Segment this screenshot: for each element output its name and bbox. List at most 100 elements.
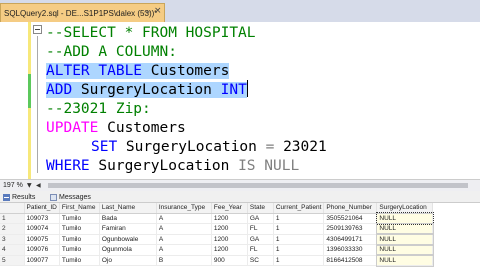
table-cell[interactable]: NULL [375,233,434,246]
table-cell[interactable]: 1 [273,223,325,235]
query-tab[interactable]: SQLQuery2.sql - DE...S1P1PS\dalex (53))*… [0,3,165,22]
collapse-icon[interactable] [33,25,42,34]
editor-margin [0,22,26,179]
code-line-6[interactable]: UPDATE Customers [46,118,186,138]
column-header[interactable]: First_Name [59,203,100,214]
table-cell[interactable]: GA [247,213,274,224]
table-cell[interactable]: 109073 [24,213,60,224]
table-cell[interactable]: FL [247,244,274,256]
results-grid: Patient_ID First_Name Last_Name Insuranc… [0,203,480,270]
column-header[interactable] [0,203,25,214]
table-cell[interactable]: 1200 [211,244,248,256]
table-cell[interactable]: SC [247,255,274,266]
pin-icon[interactable]: ⊸ [144,8,150,16]
keyword-set: SET [91,139,118,155]
column-header[interactable]: SurgeryLocation [376,203,434,214]
table-cell[interactable]: 3505521064 [323,213,378,224]
table-cell[interactable]: 1 [273,234,325,245]
row-number[interactable]: 1 [0,213,25,224]
table-cell[interactable]: 4306499171 [323,234,378,245]
table-row[interactable]: 2 109074 Tumilo Famiran A 1200 FL 1 2509139763 NU… [0,222,434,235]
table-row[interactable]: 5 109077 Tumilo Ojo B 900 SC 1 8166412508 NULL [0,254,434,267]
column-header[interactable]: Patient_ID [24,203,60,214]
table-cell[interactable]: Tumilo [59,244,100,256]
results-table: Patient_ID First_Name Last_Name Insuranc… [0,203,434,267]
header-row: Patient_ID First_Name Last_Name Insuranc… [0,203,434,214]
table-cell[interactable]: A [156,223,212,235]
keyword-alter: ALTER [46,63,90,79]
table-row[interactable]: 4 109076 Tumilo Ogunmola A 1200 FL 1 1396033330 N… [0,243,434,256]
keyword-where: WHERE [46,158,90,174]
table-cell[interactable]: 109077 [24,255,60,266]
table-cell[interactable]: Ogunbowale [99,234,157,245]
table-cell[interactable]: 109074 [24,223,60,235]
table-cell[interactable]: 109076 [24,244,60,256]
code-line-2[interactable]: --ADD A COLUMN: [46,42,177,62]
table-cell[interactable]: 1200 [211,234,248,245]
table-cell[interactable]: NULL [375,243,434,256]
column-header[interactable]: Current_Patient [273,203,325,214]
horizontal-scrollbar[interactable] [48,183,468,188]
row-number[interactable]: 5 [0,255,25,266]
scroll-left-icon[interactable]: ◀ [36,180,41,191]
table-cell[interactable]: 1 [273,244,325,256]
row-number[interactable]: 4 [0,244,25,256]
table-cell[interactable]: 1200 [211,213,248,224]
table-cell[interactable]: A [156,234,212,245]
table-cell[interactable]: Tumilo [59,223,100,235]
column-header[interactable]: State [247,203,274,214]
code-line-1[interactable]: --SELECT * FROM HOSPITAL [46,23,256,43]
code-line-3[interactable]: ALTER TABLE Customers [46,61,230,81]
table-cell[interactable]: Tumilo [59,213,100,224]
tab-messages[interactable]: Messages [50,192,91,202]
table-cell[interactable]: Famiran [99,223,157,235]
row-number[interactable]: 3 [0,234,25,245]
tab-results[interactable]: Results [3,192,35,202]
table-cell[interactable]: NULL [375,254,434,267]
table-cell[interactable]: FL [247,223,274,235]
table-cell[interactable]: Ojo [99,255,157,266]
saved-change-bar [28,74,31,108]
column-header[interactable]: Fee_Year [211,203,248,214]
table-cell[interactable]: A [156,213,212,224]
keyword-table: TABLE [98,63,143,79]
table-cell[interactable]: 2509139763 [323,223,378,235]
table-cell[interactable]: 1 [273,213,325,224]
column-header[interactable]: Phone_Number [323,203,378,214]
selected-text: ADD SurgeryLocation INT [46,82,247,98]
table-cell[interactable]: Bada [99,213,157,224]
query-editor[interactable]: --SELECT * FROM HOSPITAL --ADD A COLUMN:… [0,22,480,179]
table-cell[interactable]: Ogunmola [99,244,157,256]
code-line-8[interactable]: WHERE SurgeryLocation IS NULL [46,156,299,176]
chevron-down-icon[interactable]: ▼ [27,180,32,191]
keyword-int: INT [220,82,247,98]
close-icon[interactable]: × [154,6,162,16]
table-cell[interactable]: B [156,255,212,266]
table-cell[interactable]: GA [247,234,274,245]
comment: --ADD A COLUMN: [46,44,177,60]
text-cursor [246,80,248,97]
code-line-5[interactable]: --23021 Zip: [46,99,151,119]
zoom-level[interactable]: 197 % [3,180,23,191]
table-cell[interactable]: Tumilo [59,234,100,245]
table-cell[interactable]: 1396033330 [323,244,378,256]
identifier: SurgeryLocation [89,158,239,174]
table-cell[interactable]: A [156,244,212,256]
table-cell[interactable]: NULL [375,212,434,225]
table-cell[interactable]: 900 [211,255,248,266]
identifier: Customers [98,120,186,136]
table-cell[interactable]: Tumilo [59,255,100,266]
row-number[interactable]: 2 [0,223,25,235]
table-cell[interactable]: 8166412508 [323,255,378,266]
table-row[interactable]: 3 109075 Tumilo Ogunbowale A 1200 GA 1 430649917… [0,233,434,246]
keyword-add: ADD [46,82,73,98]
table-cell[interactable]: NULL [375,222,434,235]
table-cell[interactable]: 1 [273,255,325,266]
column-header[interactable]: Last_Name [99,203,157,214]
table-cell[interactable]: 1200 [211,223,248,235]
table-cell[interactable]: 109075 [24,234,60,245]
code-line-7[interactable]: SET SurgeryLocation = 23021 [91,137,327,157]
column-header[interactable]: Insurance_Type [156,203,212,214]
code-line-4[interactable]: ADD SurgeryLocation INT [46,80,248,100]
table-row[interactable]: 1 109073 Tumilo Bada A 1200 GA 1 3505521064 NULL [0,212,434,225]
